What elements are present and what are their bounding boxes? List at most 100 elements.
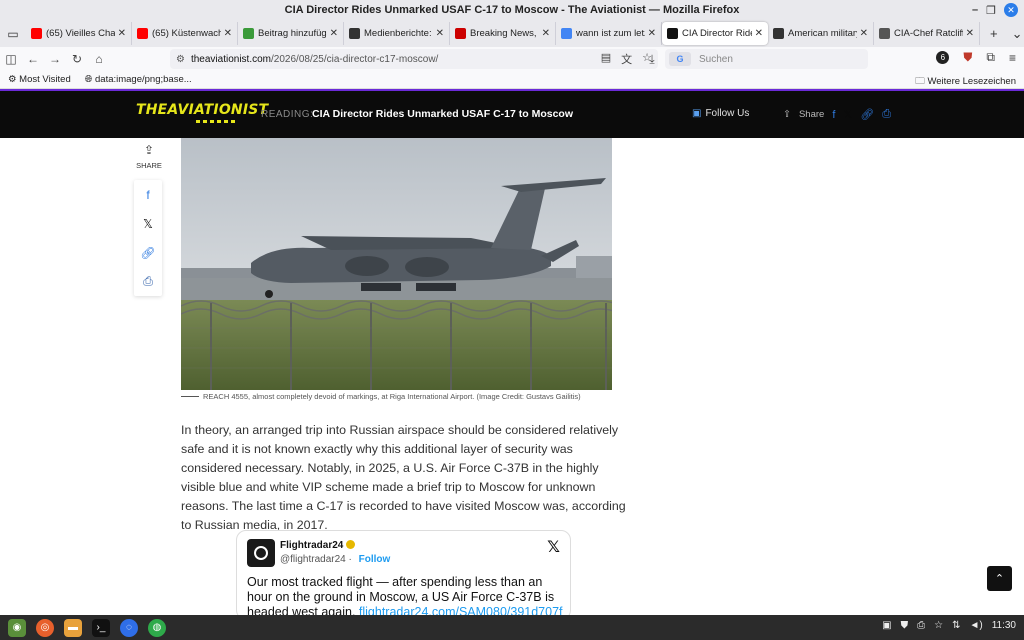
tab-label: (65) Küstenwache, ' bbox=[152, 28, 221, 39]
tab-6[interactable]: CIA Director Rides U✕ bbox=[662, 22, 768, 45]
reading-label: READING: bbox=[261, 109, 314, 120]
share-x-button[interactable]: 𝕏 bbox=[134, 209, 162, 238]
clock[interactable]: 11:30 bbox=[992, 620, 1016, 631]
link-icon[interactable]: 🔗︎ bbox=[860, 108, 874, 121]
x-logo-icon[interactable]: 𝕏 bbox=[547, 537, 560, 557]
scroll-to-top-button[interactable]: ⌃ bbox=[987, 566, 1012, 591]
new-tab-icon[interactable]: + bbox=[990, 26, 998, 41]
print-icon: ⎙ bbox=[143, 274, 153, 288]
navigation-bar: ◫ ← → ↻ ⌂ ⚙ theaviationist.com/2026/08/2… bbox=[0, 47, 1024, 71]
share-rail-header: ⇪ SHARE bbox=[134, 143, 164, 170]
header-share: ⇪ Share f 𝕏 🔗︎ ⎙ bbox=[783, 108, 892, 121]
tab-label: Beitrag hinzufügen bbox=[258, 28, 327, 39]
window-title: CIA Director Rides Unmarked USAF C-17 to… bbox=[284, 4, 740, 16]
tab-label: CIA-Chef Ratcliffe i bbox=[894, 28, 963, 39]
reload-icon[interactable]: ↻ bbox=[66, 48, 88, 70]
tab-close-icon[interactable]: ✕ bbox=[755, 28, 763, 39]
star-tray-icon[interactable]: ☆ bbox=[934, 620, 943, 631]
notification-icon[interactable]: ▣ bbox=[882, 620, 891, 631]
search-input[interactable]: Suchen bbox=[699, 54, 733, 65]
tab-close-icon[interactable]: ✕ bbox=[648, 28, 656, 39]
sidebar-toggle-icon[interactable]: ◫ bbox=[0, 48, 22, 70]
tweet-avatar[interactable] bbox=[247, 539, 275, 567]
url-path: /2026/08/25/cia-director-c17-moscow/ bbox=[271, 53, 439, 65]
bookmark-data-image[interactable]: 🌐︎ data:image/png;base... bbox=[85, 74, 192, 85]
tweet-author[interactable]: Flightradar24 bbox=[280, 540, 356, 551]
network-icon[interactable]: ⇅ bbox=[952, 620, 960, 631]
toolbar-extensions: 6 ⛊ ⧉ ≡ bbox=[936, 50, 1016, 65]
tweet-follow-link[interactable]: Follow bbox=[359, 554, 391, 565]
minimize-icon[interactable]: – bbox=[972, 4, 978, 16]
link-icon: 🔗︎ bbox=[140, 245, 156, 260]
update-shield-icon[interactable]: ⛊ bbox=[901, 620, 909, 631]
site-info-icon[interactable]: ⚙ bbox=[176, 54, 185, 65]
tab-list-chevron-icon[interactable]: ⌄ bbox=[1012, 26, 1023, 42]
search-engine-icon[interactable]: G bbox=[669, 52, 691, 66]
extensions-puzzle-icon[interactable]: ⧉ bbox=[986, 50, 995, 65]
reading-title: CIA Director Rides Unmarked USAF C-17 to… bbox=[312, 108, 573, 120]
extension-icon[interactable]: 6 bbox=[936, 51, 950, 64]
start-menu-icon[interactable]: ◉ bbox=[8, 618, 26, 637]
maximize-icon[interactable]: ❐ bbox=[986, 4, 996, 17]
translate-icon[interactable]: 文 bbox=[621, 51, 632, 67]
x-icon: 𝕏 bbox=[143, 216, 153, 231]
window-controls: – ❐ ✕ bbox=[972, 3, 1018, 17]
close-window-icon[interactable]: ✕ bbox=[1004, 3, 1018, 17]
reader-view-icon[interactable]: ▤ bbox=[601, 51, 611, 67]
tab-0[interactable]: (65) Vieilles Chanso✕ bbox=[26, 22, 132, 45]
site-logo[interactable]: THEAVIATIONIST bbox=[136, 102, 268, 118]
downloads-icon[interactable]: ⤓ bbox=[641, 48, 663, 70]
forward-icon[interactable]: → bbox=[44, 48, 66, 70]
terminal-icon[interactable]: ›_ bbox=[92, 618, 110, 637]
volume-icon[interactable]: ◄) bbox=[969, 620, 982, 631]
tab-close-icon[interactable]: ✕ bbox=[330, 28, 338, 39]
url-bar[interactable]: ⚙ theaviationist.com/2026/08/25/cia-dire… bbox=[170, 49, 658, 69]
messenger-icon[interactable]: ◌ bbox=[120, 618, 138, 637]
gear-icon: ⚙ bbox=[8, 74, 17, 85]
share-print-button[interactable]: ⎙ bbox=[134, 267, 162, 296]
tab-label: CIA Director Rides U bbox=[682, 28, 752, 39]
back-icon[interactable]: ← bbox=[22, 48, 44, 70]
bookmark-most-visited[interactable]: ⚙ Most Visited bbox=[8, 74, 71, 85]
firefox-icon[interactable]: ◎ bbox=[36, 618, 54, 637]
chevron-up-icon: ⌃ bbox=[994, 573, 1005, 585]
share-facebook-button[interactable]: f bbox=[134, 180, 162, 209]
folder-icon: 🗀 bbox=[915, 76, 925, 87]
tab-8[interactable]: CIA-Chef Ratcliffe i✕ bbox=[874, 22, 980, 45]
tab-3[interactable]: Medienberichte: Cl✕ bbox=[344, 22, 450, 45]
app-globe-icon[interactable]: ◍ bbox=[148, 618, 166, 637]
bookmark-folder-other[interactable]: 🗀 Weitere Lesezeichen bbox=[915, 74, 1016, 90]
tab-close-icon[interactable]: ✕ bbox=[860, 28, 868, 39]
facebook-icon[interactable]: f bbox=[832, 109, 835, 121]
share-link-button[interactable]: 🔗︎ bbox=[134, 238, 162, 267]
files-folder-icon[interactable]: ▬ bbox=[64, 618, 82, 637]
print-icon[interactable]: ⎙ bbox=[882, 108, 891, 121]
c17-aircraft-photo bbox=[181, 138, 612, 390]
url-domain: theaviationist.com bbox=[190, 53, 272, 65]
article-paragraph: In theory, an arranged trip into Russian… bbox=[181, 423, 626, 532]
tab-close-icon[interactable]: ✕ bbox=[118, 28, 126, 39]
tab-close-icon[interactable]: ✕ bbox=[436, 28, 444, 39]
tab-label: (65) Vieilles Chanso bbox=[46, 28, 115, 39]
tab-7[interactable]: American military p✕ bbox=[768, 22, 874, 45]
home-icon[interactable]: ⌂ bbox=[88, 48, 110, 70]
tab-close-icon[interactable]: ✕ bbox=[542, 28, 550, 39]
follow-us-button[interactable]: ▣ Follow Us bbox=[692, 108, 749, 119]
ntv-icon bbox=[879, 28, 890, 39]
tab-label: Breaking News, Lat bbox=[470, 28, 539, 39]
x-icon[interactable]: 𝕏 bbox=[843, 108, 852, 121]
firefox-view-icon[interactable]: ▭ bbox=[0, 20, 26, 47]
tab-4[interactable]: Breaking News, Lat✕ bbox=[450, 22, 556, 45]
tab-close-icon[interactable]: ✕ bbox=[966, 28, 974, 39]
search-bar[interactable]: G Suchen bbox=[665, 49, 868, 69]
printer-icon[interactable]: ⎙ bbox=[917, 620, 925, 631]
tabs-list: (65) Vieilles Chanso✕(65) Küstenwache, '… bbox=[26, 22, 980, 45]
tab-1[interactable]: (65) Küstenwache, '✕ bbox=[132, 22, 238, 45]
menu-hamburger-icon[interactable]: ≡ bbox=[1009, 51, 1016, 65]
tab-5[interactable]: wann ist zum letzte✕ bbox=[556, 22, 662, 45]
tab-2[interactable]: Beitrag hinzufügen✕ bbox=[238, 22, 344, 45]
tab-close-icon[interactable]: ✕ bbox=[224, 28, 232, 39]
embedded-tweet[interactable]: Flightradar24 @flightradar24 · Follow 𝕏 … bbox=[236, 530, 571, 620]
follow-icon: ▣ bbox=[692, 108, 702, 119]
shield-extension-icon[interactable]: ⛊ bbox=[963, 50, 972, 65]
